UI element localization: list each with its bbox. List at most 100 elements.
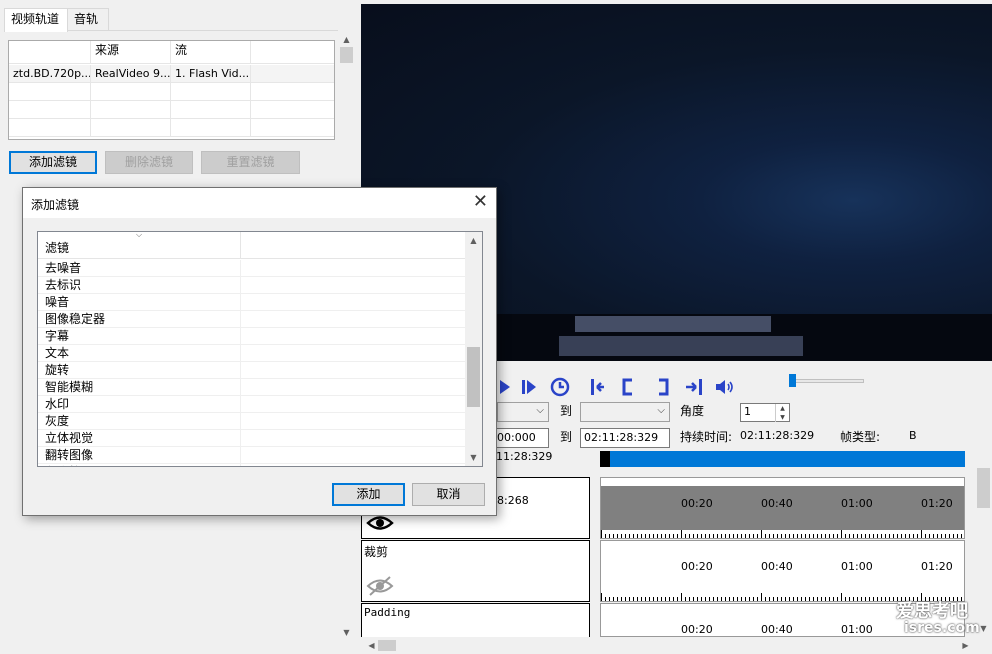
scroll-up-icon[interactable]: ▲ <box>338 31 355 48</box>
scroll-thumb[interactable] <box>378 640 396 651</box>
cell-stream <box>171 101 251 119</box>
filter-name: 灰度 <box>45 414 70 428</box>
tick-label: 01:00 <box>841 497 873 510</box>
spin-up-icon[interactable]: ▲ <box>775 404 789 413</box>
filter-list-scrollbar[interactable]: ▲ ▼ <box>465 232 482 466</box>
remove-filter-button[interactable]: 删除滤镜 <box>105 151 193 174</box>
list-item[interactable]: 图像稳定器 <box>38 311 466 328</box>
list-item[interactable]: 色彩校正 <box>38 464 466 466</box>
mark-in-icon[interactable] <box>617 376 639 398</box>
column-divider <box>240 464 241 466</box>
timeline-2[interactable]: 00:20 00:40 01:00 01:20 <box>600 540 965 602</box>
spin-down-icon[interactable]: ▼ <box>775 413 789 422</box>
list-item[interactable]: 文本 <box>38 345 466 362</box>
tab-audio-track-label: 音轨 <box>74 12 99 26</box>
scroll-thumb[interactable] <box>340 47 353 63</box>
filter-name: 色彩校正 <box>45 465 93 466</box>
subtitle-pixelated <box>559 336 803 356</box>
start-combo[interactable]: ⌵ <box>497 402 549 422</box>
filter-list[interactable]: ⌵ 滤镜 去噪音去标识噪音 图像稳定器字幕 文本 旋转 智能模糊水印 灰度立体视觉 翻转图像… <box>37 231 483 467</box>
volume-icon[interactable] <box>713 376 735 398</box>
tick-label: 00:20 <box>681 623 713 636</box>
dialog-title: 添加滤镜 <box>31 198 80 212</box>
list-item[interactable]: 水印 <box>38 396 466 413</box>
list-item[interactable]: 去噪音 <box>38 260 466 277</box>
end-time-field[interactable]: 02:11:28:329 <box>580 428 670 448</box>
seek-position-marker[interactable] <box>600 451 610 467</box>
play-icon[interactable] <box>494 376 516 398</box>
add-filter-dialog: 添加滤镜 ✕ ⌵ 滤镜 去噪音 去标识 噪音 图像稳定器 字幕 文本 旋转 智能模糊 水印 灰度立… <box>22 187 497 516</box>
volume-slider-thumb[interactable] <box>789 374 796 387</box>
list-item[interactable]: 旋转 <box>38 362 466 379</box>
go-to-start-icon[interactable] <box>588 376 610 398</box>
seek-bar[interactable] <box>600 451 965 467</box>
dialog-titlebar: 添加滤镜 ✕ <box>23 188 496 218</box>
scroll-down-icon[interactable]: ▼ <box>465 449 482 466</box>
scroll-thumb[interactable] <box>467 347 480 407</box>
layer-time: 8:268 <box>497 494 529 507</box>
layer-panel-crop[interactable]: 裁剪 <box>361 540 590 602</box>
column-divider <box>240 328 241 345</box>
dialog-cancel-button[interactable]: 取消 <box>412 483 485 506</box>
scroll-thumb[interactable] <box>977 468 990 508</box>
list-item[interactable]: 翻转图像 <box>38 447 466 464</box>
filter-name: 去标识 <box>45 278 82 292</box>
header-name <box>9 41 91 63</box>
scroll-up-icon[interactable]: ▲ <box>465 232 482 249</box>
tick-label: 00:40 <box>761 560 793 573</box>
list-item[interactable]: 噪音 <box>38 294 466 311</box>
add-filter-button[interactable]: 添加滤镜 <box>9 151 97 174</box>
list-item[interactable]: 智能模糊 <box>38 379 466 396</box>
table-row[interactable] <box>9 83 334 101</box>
eye-hidden-icon[interactable] <box>366 575 394 597</box>
tab-audio-track[interactable]: 音轨 <box>67 8 109 30</box>
volume-slider-track[interactable] <box>792 379 864 383</box>
column-divider <box>240 362 241 379</box>
table-row[interactable] <box>9 119 334 137</box>
cell-source: RealVideo 9... <box>91 65 171 83</box>
filter-name: 翻转图像 <box>45 448 94 462</box>
end-combo[interactable]: ⌵ <box>580 402 670 422</box>
duration-label: 持续时间: <box>680 430 733 444</box>
column-divider <box>240 413 241 430</box>
filter-name: 图像稳定器 <box>45 312 106 326</box>
cell-name <box>9 101 91 119</box>
close-icon[interactable]: ✕ <box>473 191 488 212</box>
header-source: 来源 <box>91 41 171 63</box>
tab-video-track[interactable]: 视频轨道 <box>4 8 68 32</box>
scroll-down-icon[interactable]: ▼ <box>338 624 355 641</box>
angle-spinner[interactable]: 1 ▲ ▼ <box>740 403 790 422</box>
mark-out-icon[interactable] <box>652 376 674 398</box>
layer-panel-padding[interactable]: Padding <box>361 603 590 637</box>
tracks-table-header: 来源 流 <box>9 41 334 64</box>
list-item[interactable]: 灰度 <box>38 413 466 430</box>
cell-source <box>91 101 171 119</box>
column-divider <box>240 396 241 413</box>
filter-list-header[interactable]: ⌵ 滤镜 <box>38 232 466 259</box>
list-item[interactable]: 字幕 <box>38 328 466 345</box>
filter-name: 去噪音 <box>45 261 82 275</box>
table-row[interactable]: ztd.BD.720p... RealVideo 9... 1. Flash V… <box>9 65 334 83</box>
list-item[interactable]: 立体视觉 <box>38 430 466 447</box>
column-divider <box>240 311 241 328</box>
ruler <box>601 530 962 538</box>
next-frame-icon[interactable] <box>518 376 540 398</box>
layer-label: Padding <box>364 606 411 619</box>
table-row[interactable] <box>9 101 334 119</box>
tick-label: 01:20 <box>921 560 953 573</box>
go-to-end-icon[interactable] <box>683 376 705 398</box>
list-item[interactable]: 去标识 <box>38 277 466 294</box>
filter-name: 智能模糊 <box>45 380 94 394</box>
tick-label: 00:20 <box>681 497 713 510</box>
reset-filter-button[interactable]: 重置滤镜 <box>201 151 300 174</box>
timeline-hscroll[interactable]: ◀ ▶ <box>361 637 975 654</box>
filter-column-header: 滤镜 <box>45 241 70 255</box>
tracks-table: 来源 流 ztd.BD.720p... RealVideo 9... 1. Fl… <box>8 40 335 140</box>
dialog-add-button[interactable]: 添加 <box>332 483 405 506</box>
timeline-1[interactable]: 00:20 00:40 01:00 01:20 <box>600 477 965 539</box>
clock-icon[interactable] <box>549 376 571 398</box>
scroll-right-icon[interactable]: ▶ <box>957 637 974 654</box>
start-time-field[interactable]: 00:000 <box>493 428 549 448</box>
tick-label: 00:40 <box>761 497 793 510</box>
chevron-down-icon: ⌵ <box>657 405 665 416</box>
